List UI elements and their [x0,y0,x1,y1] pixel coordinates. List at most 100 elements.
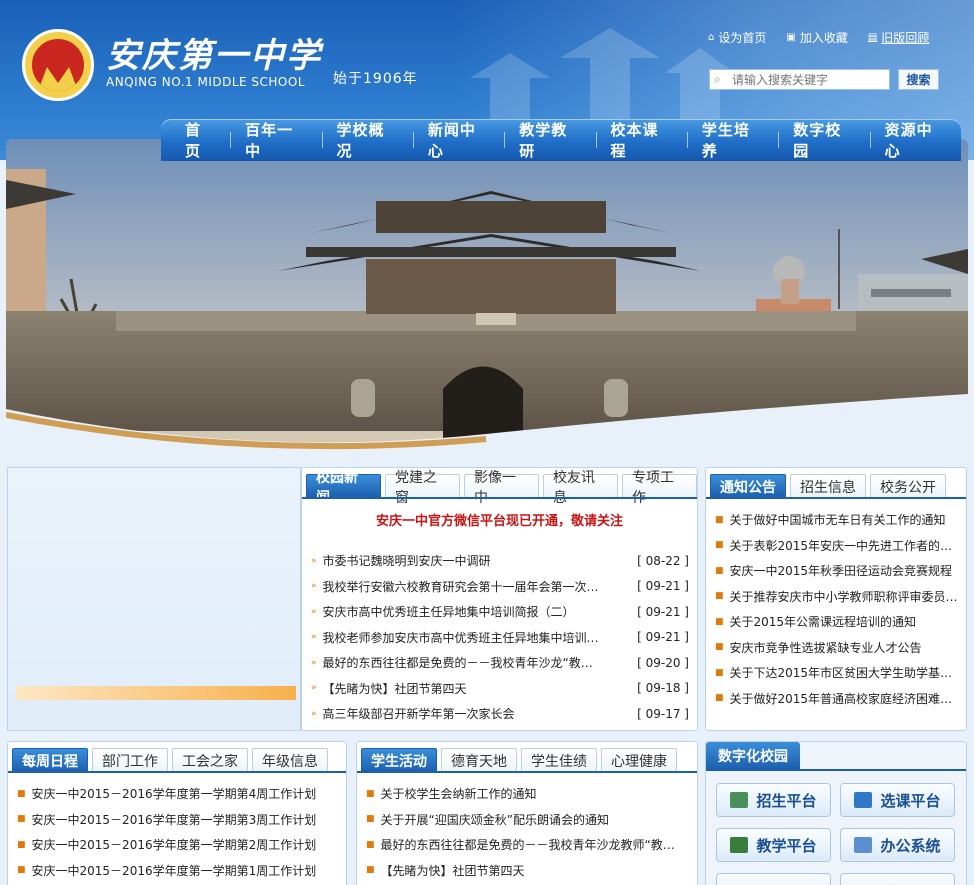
tab-notices[interactable]: 通知公告 [710,474,786,498]
bullet-icon: ■ [715,565,724,576]
tab-gallery[interactable]: 影像一中 [464,470,539,506]
tab-affairs[interactable]: 校务公开 [870,474,946,498]
list-item[interactable]: ■ 安庆一中2015－2016学年度第一学期第3周工作计划 [17,807,339,833]
list-item[interactable]: ■ 关于下达2015年市区贫困大学生助学基金… [715,660,960,686]
notice-tabs: 通知公告 招生信息 校务公开 [706,468,946,498]
old-version-link[interactable]: ▤ 旧版回顾 [868,29,929,46]
schedule-tabs: 每周日程 部门工作 工会之家 年级信息 [8,742,328,772]
list-item[interactable]: ■ 安庆一中2015－2016学年度第一学期第2周工作计划 [17,832,339,858]
add-favorite-label: 加入收藏 [799,31,848,45]
list-item[interactable]: ■ 【先睹为快】社团节第四天 [366,858,688,884]
feature-image-panel[interactable] [7,467,301,731]
tab-enrollment[interactable]: 招生信息 [790,474,866,498]
nav-courses[interactable]: 校本课程 [597,119,687,161]
add-favorite-link[interactable]: ▣ 加入收藏 [786,29,847,46]
set-homepage-label: 设为首页 [718,31,767,45]
bullet-icon: ■ [366,814,375,825]
teaching-label: 教学平台 [756,836,817,855]
tab-psychology[interactable]: 心理健康 [601,748,677,772]
header-tower-silhouette [470,28,735,128]
tab-campus-news[interactable]: 校园新闻 [306,470,381,506]
main-nav: 首页 百年一中 学校概况 新闻中心 教学教研 校本课程 学生培养 数字校园 资源… [161,119,961,161]
tab-union[interactable]: 工会之家 [172,748,248,772]
tab-party[interactable]: 党建之窗 [385,470,460,506]
course-label: 选课平台 [880,791,941,810]
list-item[interactable]: » 安庆市高中优秀班主任异地集中培训简报（二） [ 09-21 ] [311,599,689,625]
news-date: [ 09-21 ] [637,630,689,645]
list-item[interactable]: » 市委书记魏晓明到安庆一中调研 [ 08-22 ] [311,548,689,574]
school-name-cn[interactable]: 安庆第一中学 [106,28,322,77]
course-platform-button[interactable]: 选课平台 [840,783,955,817]
bullet-icon: ■ [17,839,26,850]
tab-moral[interactable]: 德育天地 [441,748,517,772]
nav-resources[interactable]: 资源中心 [871,119,961,161]
bullet-icon: ■ [366,839,375,850]
enrollment-platform-button[interactable]: 招生平台 [716,783,831,817]
student-title: 最好的东西往往都是免费的－－我校青年沙龙教师“教… [380,838,675,853]
search-button[interactable]: 搜索 [898,69,939,90]
tab-underline [8,771,346,773]
nav-history[interactable]: 百年一中 [231,119,321,161]
news-title: 安庆市高中优秀班主任异地集中培训简报（二） [322,605,575,620]
nav-news[interactable]: 新闻中心 [414,119,504,161]
student-title: 关于校学生会纳新工作的通知 [380,787,537,802]
tab-weekly[interactable]: 每周日程 [12,748,88,772]
news-title: 高三年级部召开新学年第一次家长会 [322,707,515,722]
digital-button-row3-left[interactable] [716,873,831,885]
headline-link[interactable]: 安庆一中官方微信平台现已开通，敬请关注 [302,510,697,529]
list-item[interactable]: ■ 关于推荐安庆市中小学教师职称评审委员… [715,584,960,610]
tab-activities[interactable]: 学生活动 [361,748,437,772]
list-item[interactable]: » 最好的东西往往都是免费的－－我校青年沙龙“教… [ 09-20 ] [311,650,689,676]
tab-alumni[interactable]: 校友讯息 [543,470,618,506]
news-list: » 市委书记魏晓明到安庆一中调研 [ 08-22 ] » 我校举行安徽六校教育研究会第… [311,548,689,727]
list-item[interactable]: ■ 关于表彰2015年安庆一中先进工作者的决… [715,533,960,559]
news-tabs: 校园新闻 党建之窗 影像一中 校友讯息 专项工作 [302,468,697,506]
news-panel: 校园新闻 党建之窗 影像一中 校友讯息 专项工作 安庆一中官方微信平台现已开通，… [301,467,698,731]
list-item[interactable]: ■ 关于做好2015年普通高校家庭经济困难新… [715,686,960,712]
list-item[interactable]: » 我校老师参加安庆市高中优秀班主任异地集中培训… [ 09-21 ] [311,625,689,651]
nav-overview[interactable]: 学校概况 [323,119,413,161]
list-item[interactable]: ■ 最好的东西往往都是免费的－－我校青年沙龙教师“教… [366,832,688,858]
nav-digital[interactable]: 数字校园 [779,119,869,161]
digital-button-row3-right[interactable] [840,873,955,885]
office-system-button[interactable]: 办公系统 [840,828,955,862]
teaching-platform-button[interactable]: 教学平台 [716,828,831,862]
list-item[interactable]: » 高三年级部召开新学年第一次家长会 [ 09-17 ] [311,701,689,727]
schedule-title: 安庆一中2015－2016学年度第一学期第1周工作计划 [31,863,317,878]
news-title: 最好的东西往往都是免费的－－我校青年沙龙“教… [322,656,593,671]
enrollment-icon [730,792,749,808]
nav-home[interactable]: 首页 [171,119,230,161]
top-links: ⌂ 设为首页 ▣ 加入收藏 ▤ 旧版回顾 [708,29,929,46]
bullet-icon: ■ [715,667,724,678]
nav-students[interactable]: 学生培养 [688,119,778,161]
list-item[interactable]: ■ 安庆一中2015－2016学年度第一学期第4周工作计划 [17,781,339,807]
home-icon: ⌂ [708,32,715,43]
nav-teaching[interactable]: 教学教研 [505,119,595,161]
search-input[interactable] [709,69,890,90]
list-item[interactable]: ■ 安庆市竞争性选拔紧缺专业人才公告 [715,635,960,661]
bullet-icon: » [311,657,317,668]
news-date: [ 09-17 ] [637,706,689,721]
list-item[interactable]: ■ 关于开展“迎国庆颂金秋”配乐朗诵会的通知 [366,807,688,833]
list-item[interactable]: ■ 关于做好中国城市无车日有关工作的通知 [715,507,960,533]
tab-achievements[interactable]: 学生佳绩 [521,748,597,772]
list-item[interactable]: ■ 安庆一中2015－2016学年度第一学期第1周工作计划 [17,858,339,884]
list-item[interactable]: » 我校举行安徽六校教育研究会第十一届年会第一次… [ 09-21 ] [311,574,689,600]
tab-department[interactable]: 部门工作 [92,748,168,772]
news-title: 【先睹为快】社团节第四天 [322,681,467,696]
set-homepage-link[interactable]: ⌂ 设为首页 [708,29,766,46]
list-item[interactable]: ■ 关于校学生会纳新工作的通知 [366,781,688,807]
list-item[interactable]: » 【先睹为快】社团节第四天 [ 09-18 ] [311,676,689,702]
notice-title: 关于做好中国城市无车日有关工作的通知 [729,513,946,528]
bookmark-icon: ▣ [786,32,796,43]
tab-grade[interactable]: 年级信息 [252,748,328,772]
list-item[interactable]: ■ 关于2015年公需课远程培训的通知 [715,609,960,635]
notice-title: 关于推荐安庆市中小学教师职称评审委员… [729,589,958,604]
student-panel: 学生活动 德育天地 学生佳绩 心理健康 ■ 关于校学生会纳新工作的通知 ■ 关于开展… [356,741,698,885]
school-logo-emblem[interactable] [22,29,94,101]
notice-title: 关于2015年公需课远程培训的通知 [729,615,917,630]
tab-special[interactable]: 专项工作 [622,470,697,506]
list-item[interactable]: ■ 安庆一中2015年秋季田径运动会竞赛规程 [715,558,960,584]
bullet-icon: ■ [715,693,724,704]
news-date: [ 09-21 ] [637,579,689,594]
